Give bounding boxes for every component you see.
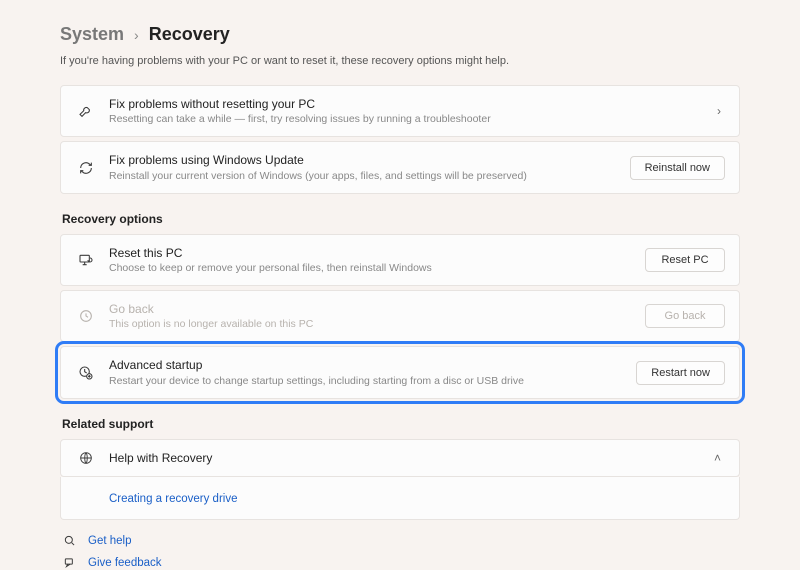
advanced-startup-card: Advanced startup Restart your device to … (60, 346, 740, 398)
reset-pc-sub: Choose to keep or remove your personal f… (109, 261, 645, 275)
reinstall-sub: Reinstall your current version of Window… (109, 169, 630, 183)
breadcrumb: System › Recovery (60, 24, 740, 45)
chevron-up-icon[interactable]: ˄ (710, 451, 725, 465)
go-back-card: Go back This option is no longer availab… (60, 290, 740, 342)
troubleshoot-card[interactable]: Fix problems without resetting your PC R… (60, 85, 740, 137)
help-recovery-title: Help with Recovery (109, 450, 710, 466)
reset-pc-title: Reset this PC (109, 245, 645, 261)
pc-reset-icon (75, 252, 97, 268)
help-recovery-card[interactable]: Help with Recovery ˄ (60, 439, 740, 477)
page-intro: If you're having problems with your PC o… (60, 55, 740, 67)
recovery-options-label: Recovery options (62, 212, 740, 226)
go-back-title: Go back (109, 301, 645, 317)
troubleshoot-sub: Resetting can take a while — first, try … (109, 112, 713, 126)
history-icon (75, 308, 97, 324)
chevron-right-icon: › (713, 104, 725, 118)
feedback-icon (62, 556, 78, 570)
refresh-icon (75, 160, 97, 176)
help-recovery-panel: Creating a recovery drive (60, 477, 740, 520)
help-icon (62, 534, 78, 548)
advanced-startup-sub: Restart your device to change startup se… (109, 374, 636, 388)
give-feedback-link[interactable]: Give feedback (88, 557, 162, 569)
reinstall-card: Fix problems using Windows Update Reinst… (60, 141, 740, 193)
get-help-link[interactable]: Get help (88, 535, 131, 547)
chevron-right-icon: › (134, 27, 139, 43)
breadcrumb-current: Recovery (149, 24, 230, 45)
creating-recovery-drive-link[interactable]: Creating a recovery drive (109, 493, 237, 505)
reinstall-title: Fix problems using Windows Update (109, 152, 630, 168)
go-back-button: Go back (645, 304, 725, 328)
go-back-sub: This option is no longer available on th… (109, 317, 645, 331)
troubleshoot-title: Fix problems without resetting your PC (109, 96, 713, 112)
restart-now-button[interactable]: Restart now (636, 361, 725, 385)
reinstall-now-button[interactable]: Reinstall now (630, 156, 725, 180)
reset-pc-button[interactable]: Reset PC (645, 248, 725, 272)
breadcrumb-parent[interactable]: System (60, 24, 124, 45)
wrench-icon (75, 103, 97, 119)
advanced-startup-icon (75, 365, 97, 381)
reset-pc-card: Reset this PC Choose to keep or remove y… (60, 234, 740, 286)
related-support-label: Related support (62, 417, 740, 431)
globe-icon (75, 450, 97, 466)
advanced-startup-title: Advanced startup (109, 357, 636, 373)
